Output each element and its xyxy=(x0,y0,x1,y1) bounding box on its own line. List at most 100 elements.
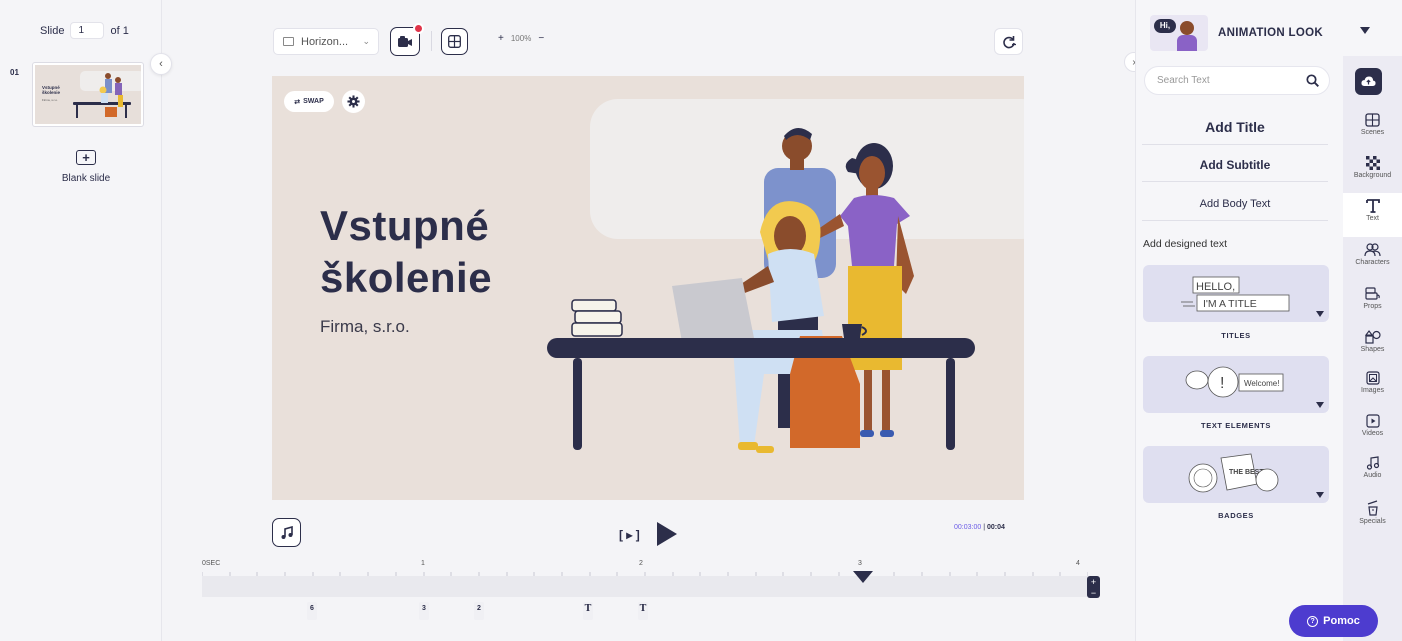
text-elements-card[interactable]: ! Welcome! xyxy=(1143,356,1329,413)
timeline-text-marker[interactable]: T xyxy=(583,602,593,620)
caret-down-icon[interactable] xyxy=(1360,27,1370,34)
caret-down-icon[interactable] xyxy=(1316,492,1324,498)
grid-button[interactable] xyxy=(441,28,468,55)
add-title-button[interactable]: Add Title xyxy=(1142,110,1328,145)
zoom-out-button[interactable]: − xyxy=(538,33,544,44)
slide-canvas[interactable]: ⇄ SWAP Vstupné školenie Firma, s.r.o. xyxy=(272,76,1024,500)
animation-look-label: ANIMATION LOOK xyxy=(1218,27,1323,39)
props-icon xyxy=(1364,287,1380,300)
search-input[interactable]: Search Text xyxy=(1157,75,1210,86)
swap-button[interactable]: ⇄ SWAP xyxy=(284,91,334,112)
animation-look-selector[interactable]: Hi, ANIMATION LOOK xyxy=(1150,15,1323,51)
rail-specials-label: Specials xyxy=(1359,518,1386,525)
play-icon[interactable] xyxy=(656,521,678,547)
playhead-marker[interactable] xyxy=(853,571,873,583)
rail-images-label: Images xyxy=(1361,387,1384,394)
rail-images[interactable]: Images xyxy=(1343,371,1402,394)
timeline-track[interactable] xyxy=(202,576,1088,597)
gear-icon xyxy=(347,95,360,108)
add-subtitle-button[interactable]: Add Subtitle xyxy=(1142,149,1328,182)
office-illustration[interactable] xyxy=(542,116,982,500)
timeline-marker[interactable]: 3 xyxy=(419,602,429,620)
titles-preview: HELLO, I'M A TITLE xyxy=(1181,276,1290,312)
rail-props-label: Props xyxy=(1363,303,1382,310)
timeline-text-marker[interactable]: T xyxy=(638,602,648,620)
timeline-zoom-in[interactable]: + xyxy=(1091,577,1096,586)
play-scene-button[interactable]: [ ▸ ] xyxy=(619,528,640,542)
thumbnail-illustration xyxy=(73,71,141,118)
specials-icon xyxy=(1367,500,1378,516)
search-field[interactable]: Search Text xyxy=(1144,66,1330,95)
help-label: Pomoc xyxy=(1323,615,1360,627)
rail-audio[interactable]: Audio xyxy=(1343,456,1402,479)
badges-label: BADGES xyxy=(1218,511,1254,520)
toolbar-divider xyxy=(431,31,432,51)
rail-specials[interactable]: Specials xyxy=(1343,499,1402,525)
chevron-left-icon: ‹ xyxy=(159,58,163,70)
orientation-select[interactable]: Horizon... ⌄ xyxy=(273,28,379,55)
images-icon xyxy=(1365,371,1380,385)
upload-button[interactable] xyxy=(1355,68,1382,95)
chevron-down-icon: ⌄ xyxy=(362,36,370,46)
grid-icon xyxy=(448,35,461,48)
refresh-button[interactable] xyxy=(994,28,1023,55)
character-body-icon xyxy=(1177,35,1197,51)
help-button[interactable]: ? Pomoc xyxy=(1289,605,1378,637)
scenes-icon xyxy=(1365,113,1380,127)
timeline-label: 1 xyxy=(421,560,425,567)
blank-slide-label: Blank slide xyxy=(61,173,111,184)
slide-title[interactable]: Vstupné školenie xyxy=(320,200,492,304)
rail-background[interactable]: Background xyxy=(1343,156,1402,179)
camera-icon xyxy=(398,36,412,47)
timeline-marker[interactable]: 2 xyxy=(474,602,484,620)
timeline-label: 4 xyxy=(1076,560,1080,567)
music-button[interactable] xyxy=(272,518,301,547)
record-button[interactable] xyxy=(390,23,424,56)
rail-text[interactable]: Text xyxy=(1343,193,1402,237)
badges-card[interactable]: THE BEST xyxy=(1143,446,1329,503)
titles-card[interactable]: HELLO, I'M A TITLE xyxy=(1143,265,1329,322)
audio-icon xyxy=(1366,456,1379,470)
rail-characters[interactable]: Characters xyxy=(1343,243,1402,266)
slide-number: 01 xyxy=(10,68,19,77)
blank-slide-button[interactable]: + Blank slide xyxy=(56,150,116,184)
timeline-marker[interactable]: 6 xyxy=(307,602,317,620)
rail-shapes[interactable]: Shapes xyxy=(1343,330,1402,353)
timeline-zoom-out[interactable]: − xyxy=(1091,588,1096,597)
slide-counter: Slide 1 of 1 xyxy=(40,22,129,39)
search-icon[interactable] xyxy=(1306,74,1319,87)
badges-preview: THE BEST xyxy=(1188,453,1279,493)
shapes-icon xyxy=(1364,330,1381,344)
slide-label: Slide xyxy=(40,24,65,37)
slide-number-input[interactable]: 1 xyxy=(70,22,105,39)
rail-characters-label: Characters xyxy=(1355,259,1390,266)
zoom-in-button[interactable]: + xyxy=(498,33,504,44)
slide-total: of 1 xyxy=(110,24,129,37)
cloud-upload-icon xyxy=(1361,76,1376,86)
rail-videos-label: Videos xyxy=(1361,430,1384,437)
slide-thumbnail[interactable]: Vstupné školenie Firma, s.r.o. xyxy=(33,63,143,126)
caret-down-icon[interactable] xyxy=(1316,402,1324,408)
settings-button[interactable] xyxy=(342,90,365,113)
videos-icon xyxy=(1365,414,1380,428)
titles-label: TITLES xyxy=(1221,331,1251,340)
timeline-zoom-control[interactable]: + − xyxy=(1087,576,1100,598)
add-body-text-button[interactable]: Add Body Text xyxy=(1142,188,1328,221)
text-elements-label: TEXT ELEMENTS xyxy=(1201,421,1271,430)
collapse-left-button[interactable]: ‹ xyxy=(150,53,172,75)
rail-props[interactable]: Props xyxy=(1343,287,1402,310)
text-icon xyxy=(1365,199,1380,213)
timeline-label: 3 xyxy=(858,560,862,567)
look-bubble: Hi, xyxy=(1154,19,1176,33)
zoom-control: + 100% − xyxy=(498,33,544,44)
rail-background-label: Background xyxy=(1353,172,1392,179)
rail-scenes[interactable]: Scenes xyxy=(1343,113,1402,136)
characters-icon xyxy=(1364,243,1381,257)
swap-icon: ⇄ xyxy=(294,98,301,106)
time-current: 00:03:00 xyxy=(954,524,982,531)
rail-videos[interactable]: Videos xyxy=(1343,414,1402,437)
caret-down-icon[interactable] xyxy=(1316,311,1324,317)
slide-subtitle[interactable]: Firma, s.r.o. xyxy=(320,317,410,337)
time-display: 00:03:00 | 00:04 xyxy=(954,524,1005,531)
titles-art-line1: HELLO, xyxy=(1196,281,1235,293)
